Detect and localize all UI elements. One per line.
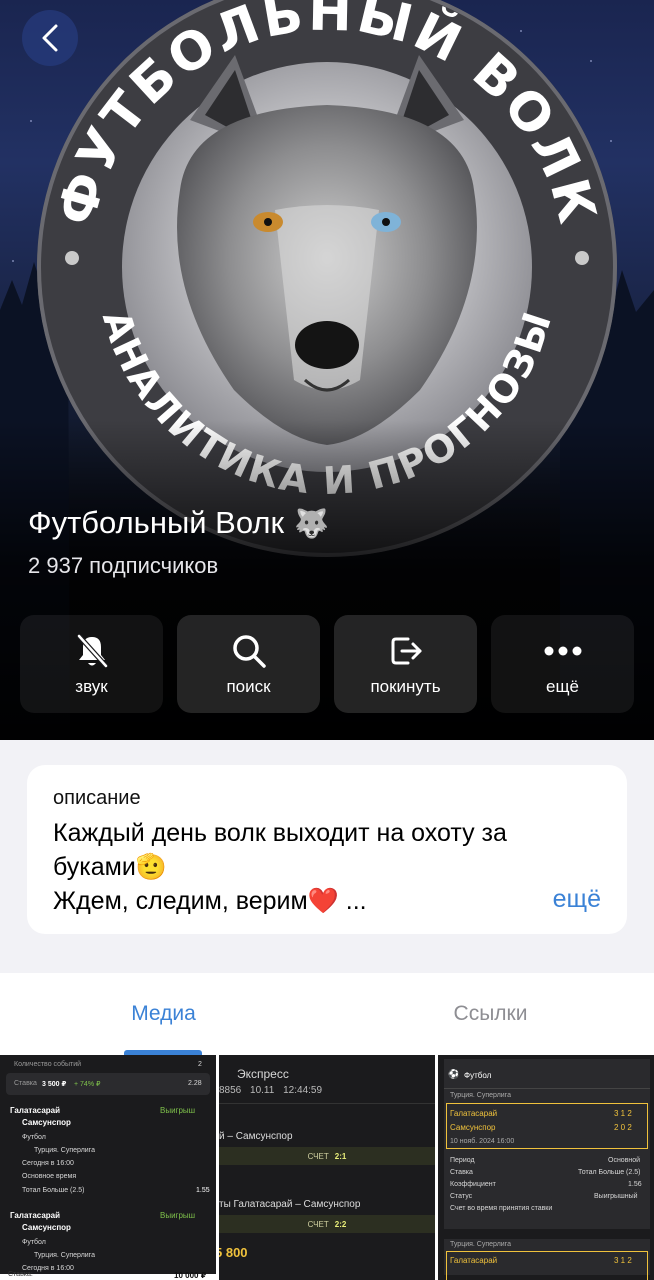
t1-events-label: Количество событий <box>14 1061 82 1068</box>
t1-sport: Футбол <box>22 1134 46 1141</box>
description-label: описание <box>53 787 141 809</box>
search-label: поиск <box>226 677 271 696</box>
t2-score1: 2:1 <box>334 1151 347 1161</box>
t3-bet-label: Ставка <box>450 1169 473 1176</box>
channel-header: ФУТБОЛЬНЫЙ ВОЛК АНАЛИТИКА И ПРОГНОЗЫ Фут… <box>0 0 654 740</box>
t1-bet-coef: 1.55 <box>196 1187 210 1194</box>
t1-league: Турция. Суперлига <box>34 1147 95 1154</box>
leave-button[interactable]: покинуть <box>334 615 477 713</box>
t1-match1-team2: Самсунспор <box>22 1118 71 1127</box>
channel-title: Футбольный Волк 🐺 <box>28 505 329 541</box>
search-button[interactable]: поиск <box>177 615 320 713</box>
t1-match1-team1: Галатасарай <box>10 1106 61 1115</box>
leave-icon <box>391 637 421 665</box>
t3-ball-icon: ⚽ <box>448 1069 460 1079</box>
t1-match2-result: Выигрыш <box>160 1211 196 1220</box>
action-bar: звук поиск покинуть ещё <box>20 615 634 713</box>
t1-bet: Тотал Больше (2.5) <box>22 1187 85 1194</box>
tab-links[interactable]: Ссылки <box>327 973 654 1055</box>
t2-score1-bar: СЧЕТ 2:1 <box>219 1147 435 1165</box>
t3-team1: Галатасарай <box>450 1109 498 1118</box>
t3-league: Турция. Суперлига <box>450 1092 511 1099</box>
t3-status-value: Выигрышный <box>594 1193 638 1200</box>
more-label: ещё <box>546 677 579 696</box>
t3-team2-score: 2 0 2 <box>614 1123 632 1132</box>
search-icon <box>232 635 266 668</box>
t2-score2: 2:2 <box>334 1219 347 1229</box>
t2-title: Экспресс <box>237 1067 289 1081</box>
t2-score2-label: СЧЕТ <box>307 1219 329 1229</box>
t3-league2: Турция. Суперлига <box>450 1241 511 1248</box>
t3-score-label: Счет во время принятия ставки <box>450 1205 553 1212</box>
channel-name: Футбольный Волк <box>28 505 285 540</box>
t1-events-value: 2 <box>198 1061 202 1068</box>
t1-period: Основное время <box>22 1173 77 1180</box>
t2-id: 8856 <box>219 1085 242 1096</box>
salute-emoji: 🫡 <box>135 853 167 881</box>
t3-period-label: Период <box>450 1157 475 1164</box>
back-button[interactable] <box>22 10 78 66</box>
media-thumbnail-2[interactable]: Экспресс 8856 10.11 12:44:59 й – Самсунс… <box>219 1055 435 1280</box>
t3-team1-score: 3 1 2 <box>614 1109 632 1118</box>
t1-match2-team2: Самсунспор <box>22 1223 71 1232</box>
t2-match2: ты Галатасарай – Самсунспор <box>219 1199 361 1210</box>
t1-stake-value: 3 500 ₽ <box>42 1081 67 1088</box>
t1-match2-team1: Галатасарай <box>10 1211 61 1220</box>
description-card: описание Каждый день волк выходит на охо… <box>27 765 627 934</box>
mute-label: звук <box>75 677 108 696</box>
t1-stake2-value: 10 000 ₽ <box>174 1271 207 1280</box>
t2-amount: 5 800 <box>219 1245 248 1260</box>
bell-muted-icon <box>76 634 108 668</box>
media-thumbnail-3[interactable]: ⚽ Футбол Турция. Суперлига Галатасарай 3… <box>438 1055 654 1280</box>
t3-team2: Самсунспор <box>450 1123 496 1132</box>
description-ellipsis: ... <box>338 887 367 915</box>
t1-stake2-label: Ставка: <box>8 1271 33 1278</box>
mute-button[interactable]: звук <box>20 615 163 713</box>
wolf-emoji: 🐺 <box>294 507 329 539</box>
t1-league2: Турция. Суперлига <box>34 1252 95 1259</box>
description-line2: буками <box>53 853 136 881</box>
media-thumbnail-1[interactable]: Количество событий 2 Ставка 3 500 ₽ + 74… <box>0 1055 216 1280</box>
t3-status-label: Статус <box>450 1193 473 1200</box>
t2-time: 12:44:59 <box>283 1085 323 1096</box>
t3-coef-label: Коэффициент <box>450 1181 496 1188</box>
subscriber-count: 2 937 подписчиков <box>28 553 219 578</box>
t1-match1-result: Выигрыш <box>160 1106 196 1115</box>
t3-coef-value: 1.56 <box>628 1181 642 1188</box>
description-text: Каждый день волк выходит на охоту за бук… <box>53 816 601 918</box>
chevron-left-icon <box>42 24 58 52</box>
t3-date: 10 нояб. 2024 16:00 <box>450 1138 515 1145</box>
t1-coef: 2.28 <box>188 1080 202 1087</box>
t2-match1: й – Самсунспор <box>219 1131 293 1142</box>
description-line1: Каждый день волк выходит на охоту за <box>53 819 507 847</box>
description-more-link[interactable]: ещё <box>553 885 601 914</box>
media-grid: Количество событий 2 Ставка 3 500 ₽ + 74… <box>0 1055 654 1280</box>
more-icon <box>544 646 581 656</box>
heart-emoji: ❤️ <box>307 887 339 915</box>
leave-label: покинуть <box>370 677 441 696</box>
t3-period-value: Основной <box>608 1157 641 1164</box>
t2-score2-bar: СЧЕТ 2:2 <box>219 1215 435 1233</box>
t2-score1-label: СЧЕТ <box>307 1151 329 1161</box>
t2-date: 10.11 <box>250 1085 275 1096</box>
t3-bet-value: Тотал Больше (2.5) <box>578 1169 641 1176</box>
t1-sport2: Футбол <box>22 1239 46 1246</box>
t1-stake-pct: + 74% ₽ <box>74 1081 101 1088</box>
more-button[interactable]: ещё <box>491 615 634 713</box>
tab-media[interactable]: Медиа <box>0 973 327 1055</box>
description-line3: Ждем, следим, верим <box>53 887 308 915</box>
t3-team3: Галатасарай <box>450 1256 498 1265</box>
t3-team3-score: 3 1 2 <box>614 1256 632 1265</box>
media-tabs: Медиа Ссылки <box>0 973 654 1055</box>
t3-sport: Футбол <box>464 1071 492 1080</box>
t1-stake-label: Ставка <box>14 1080 37 1087</box>
t1-time: Сегодня в 16:00 <box>22 1160 74 1167</box>
